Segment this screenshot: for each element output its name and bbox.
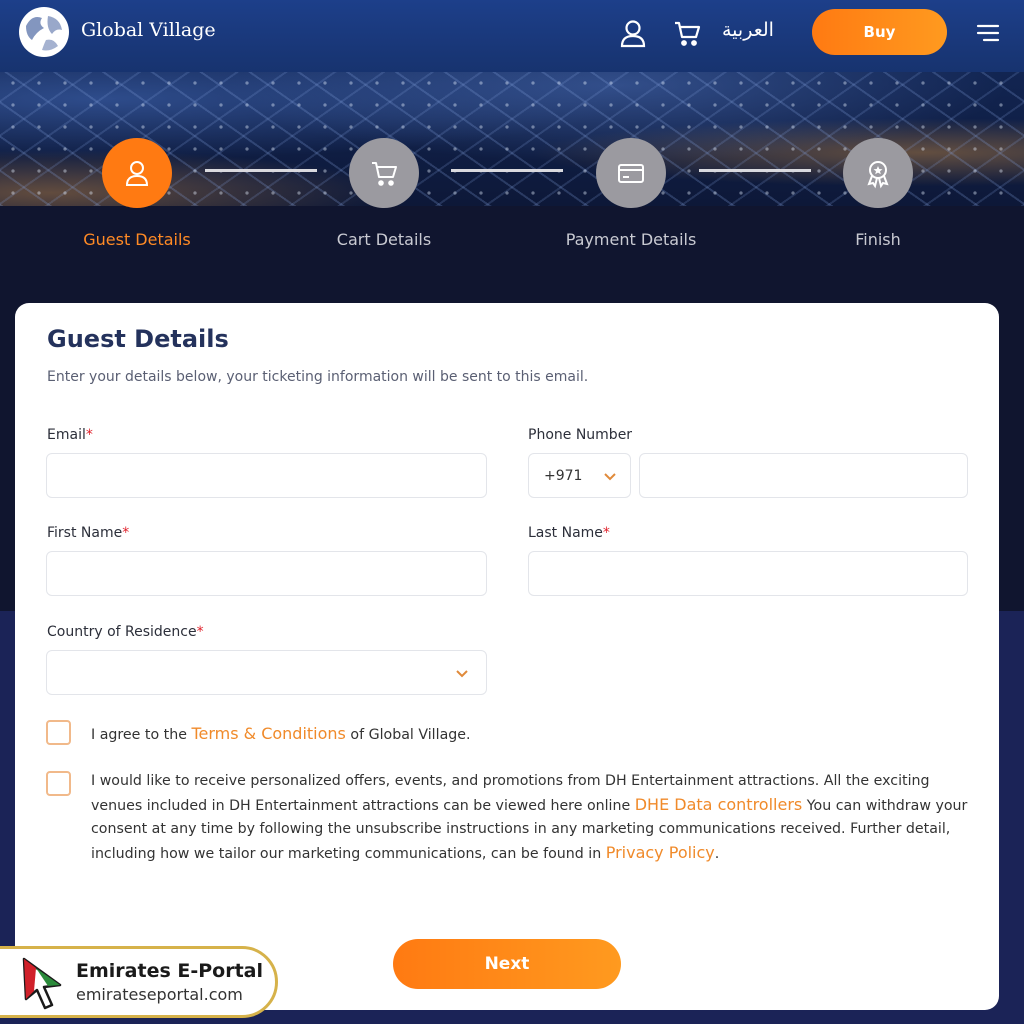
step-connector [451,169,563,172]
required-mark: * [122,525,130,541]
step-label-payment-details: Payment Details [565,230,697,249]
brand-name[interactable]: Global Village [81,19,216,41]
country-select[interactable] [46,650,487,695]
top-header: Global Village العربية Buy [0,0,1024,72]
watermark-url: emirateseportal.com [76,985,243,1004]
step-cart-details[interactable] [349,138,419,208]
guest-details-card: Guest Details Enter your details below, … [15,303,999,1010]
user-icon [125,161,149,186]
buy-button[interactable]: Buy [812,9,947,55]
first-name-field[interactable] [46,551,487,596]
award-icon [867,161,889,189]
step-label-cart-details: Cart Details [336,230,432,249]
required-mark: * [602,525,610,541]
terms-link[interactable]: Terms & Conditions [191,724,345,743]
step-finish[interactable] [843,138,913,208]
credit-card-icon [618,164,644,183]
emirates-eportal-logo [22,957,62,1010]
last-name-field[interactable] [528,551,968,596]
offers-consent-text: I would like to receive personalized off… [91,773,968,862]
phone-number-field[interactable] [639,453,968,498]
step-connector [699,169,811,172]
form-subtitle: Enter your details below, your ticketing… [47,369,589,385]
terms-checkbox[interactable] [46,720,71,745]
privacy-policy-link[interactable]: Privacy Policy [606,843,715,862]
country-code-value: +971 [544,467,583,484]
email-label: Email* [47,427,93,443]
cart-icon[interactable] [672,18,702,48]
chevron-down-icon [456,670,468,678]
dhe-data-controllers-link[interactable]: DHE Data controllers [635,795,803,814]
step-label-guest-details: Guest Details [83,230,191,249]
next-button[interactable]: Next [393,939,621,989]
step-payment-details[interactable] [596,138,666,208]
global-village-logo[interactable] [16,6,72,58]
cart-icon [372,162,397,186]
step-guest-details[interactable] [102,138,172,208]
country-code-select[interactable]: +971 [528,453,631,498]
chevron-down-icon [604,473,616,481]
step-connector [205,169,317,172]
offers-checkbox[interactable] [46,771,71,796]
required-mark: * [85,427,93,443]
user-icon[interactable] [618,18,648,48]
watermark-title: Emirates E-Portal [76,960,264,982]
hamburger-menu-icon[interactable] [976,22,1000,44]
required-mark: * [196,624,204,640]
language-switch[interactable]: العربية [722,19,774,41]
form-title: Guest Details [47,325,229,353]
phone-label: Phone Number [528,427,633,443]
terms-text: I agree to the Terms & Conditions of Glo… [91,724,471,743]
last-name-label: Last Name* [528,525,610,541]
first-name-label: First Name* [47,525,130,541]
email-field[interactable] [46,453,487,498]
country-label: Country of Residence* [47,624,204,640]
step-label-finish: Finish [855,230,901,249]
